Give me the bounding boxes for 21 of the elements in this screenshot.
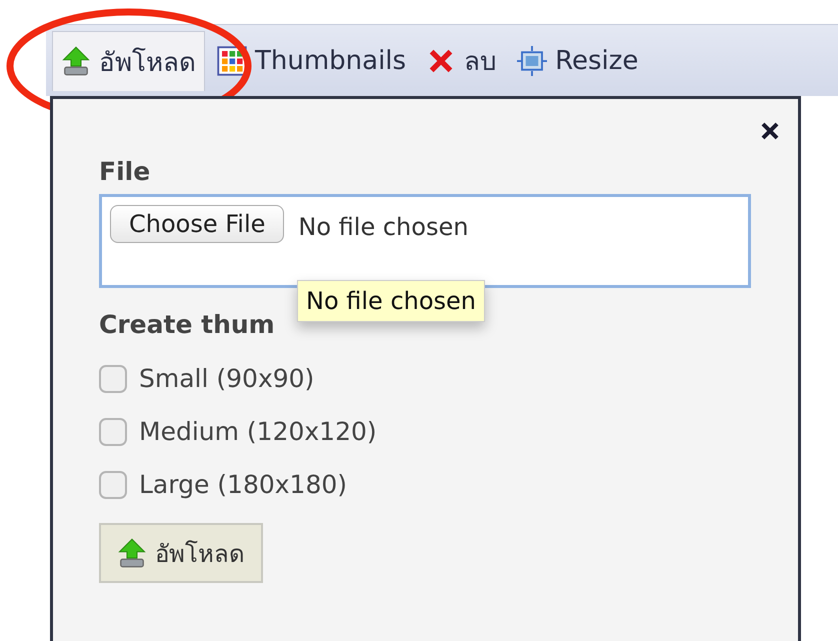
- upload-icon: [61, 46, 91, 76]
- upload-button[interactable]: อัพโหลด: [99, 523, 263, 583]
- choose-file-button[interactable]: Choose File: [110, 205, 284, 243]
- resize-icon: [517, 46, 548, 76]
- toolbar-button[interactable]: อัพโหลด: [52, 30, 205, 90]
- toolbar-button[interactable]: Thumbnails: [209, 30, 414, 90]
- checkbox-label: Small (90x90): [139, 364, 314, 393]
- upload-icon: [117, 538, 147, 568]
- checkbox[interactable]: [99, 364, 127, 392]
- field-label: File: [99, 157, 152, 186]
- file-status-text: No file chosen: [298, 213, 468, 241]
- checkbox-label: Medium (120x120): [139, 417, 377, 446]
- checkbox[interactable]: [99, 470, 127, 498]
- section-heading: Create thum: [99, 310, 275, 339]
- tooltip: No file chosen: [297, 280, 486, 322]
- checkbox-label: Large (180x180): [139, 470, 348, 499]
- toolbar-button[interactable]: Resize: [509, 30, 646, 90]
- close-icon[interactable]: [760, 121, 780, 141]
- file-input-field[interactable]: Choose File No file chosen: [99, 194, 751, 288]
- checkbox[interactable]: [99, 418, 127, 446]
- toolbar-button[interactable]: ลบ: [418, 30, 506, 90]
